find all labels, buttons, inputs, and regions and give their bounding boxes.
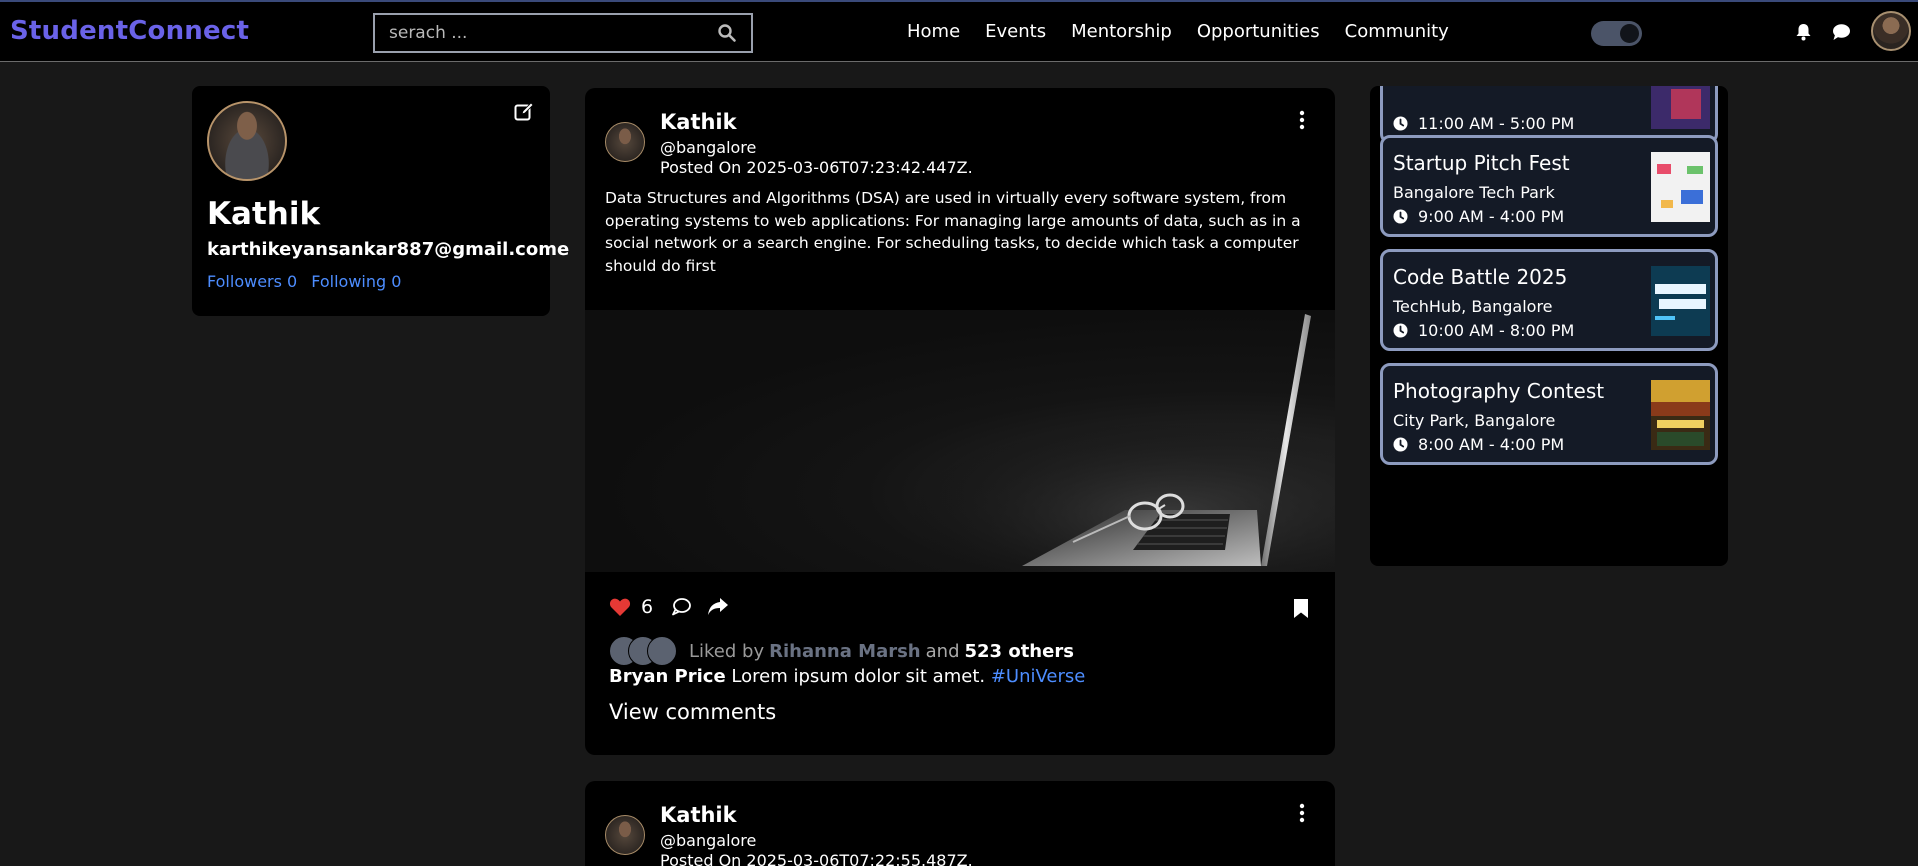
brand-logo[interactable]: StudentConnect — [10, 16, 249, 46]
post-author-avatar[interactable] — [605, 815, 645, 855]
liker-name-link[interactable]: Rihanna Marsh — [769, 641, 921, 662]
clock-icon — [1393, 116, 1408, 131]
comment-icon[interactable] — [671, 597, 691, 617]
nav-mentorship[interactable]: Mentorship — [1071, 21, 1172, 42]
clock-icon — [1393, 209, 1408, 224]
clock-icon — [1393, 323, 1408, 338]
clock-icon — [1393, 437, 1408, 452]
liker-avatar — [647, 636, 677, 666]
post-date: Posted On 2025-03-06T07:22:55.487Z. — [660, 851, 973, 866]
more-options-icon[interactable] — [1299, 110, 1305, 130]
hashtag-link[interactable]: #UniVerse — [991, 666, 1086, 687]
caption-text: Lorem ipsum dolor sit amet. — [731, 666, 986, 687]
theme-toggle[interactable] — [1591, 21, 1642, 46]
post-author-handle: @bangalore — [660, 138, 757, 157]
chat-icon[interactable] — [1832, 23, 1851, 41]
post-card: Kathik @bangalore Posted On 2025-03-06T0… — [585, 781, 1335, 866]
event-time-row: 11:00 AM - 5:00 PM — [1393, 114, 1574, 133]
post-author-name[interactable]: Kathik — [660, 110, 737, 134]
event-title: Photography Contest — [1393, 379, 1605, 403]
event-location: City Park, Bangalore — [1393, 411, 1556, 430]
liked-by-row: Liked by Rihanna Marsh and 523 others — [609, 636, 1074, 666]
post-actions: 6 — [609, 596, 729, 618]
search-bar — [373, 13, 753, 53]
event-thumbnail — [1651, 380, 1710, 450]
post-image[interactable] — [585, 310, 1335, 572]
event-card[interactable]: Startup Pitch Fest Bangalore Tech Park 9… — [1380, 135, 1718, 237]
like-count: 6 — [641, 596, 654, 618]
nav-events[interactable]: Events — [985, 21, 1046, 42]
edit-icon[interactable] — [514, 102, 534, 122]
search-input[interactable] — [389, 23, 717, 43]
events-panel: 11:00 AM - 5:00 PM Startup Pitch Fest Ba… — [1370, 86, 1728, 566]
event-location: TechHub, Bangalore — [1393, 297, 1553, 316]
toggle-knob — [1620, 24, 1639, 43]
profile-card: Kathik karthikeyansankar887@gmail.come F… — [192, 86, 569, 316]
liked-by-label: Liked by — [689, 640, 765, 662]
post-text: Data Structures and Algorithms (DSA) are… — [605, 189, 1301, 275]
event-location: Bangalore Tech Park — [1393, 183, 1555, 202]
post-author-avatar[interactable] — [605, 122, 645, 162]
event-time: 9:00 AM - 4:00 PM — [1418, 207, 1565, 226]
liked-and-label: and — [925, 640, 960, 662]
nav-home[interactable]: Home — [907, 21, 960, 42]
liker-avatars — [609, 636, 681, 666]
profile-name: Kathik — [207, 196, 321, 232]
profile-avatar[interactable] — [207, 101, 287, 181]
laptop-photo — [585, 310, 1335, 572]
nav-community[interactable]: Community — [1345, 21, 1449, 42]
caption-username[interactable]: Bryan Price — [609, 666, 726, 687]
event-time-row: 10:00 AM - 8:00 PM — [1393, 321, 1574, 340]
view-comments-link[interactable]: View comments — [609, 700, 776, 724]
event-title: Startup Pitch Fest — [1393, 151, 1570, 175]
post-date: Posted On 2025-03-06T07:23:42.447Z. — [660, 158, 973, 177]
profile-email: karthikeyansankar887@gmail.come — [207, 239, 570, 260]
bookmark-icon[interactable] — [1293, 598, 1309, 619]
event-card[interactable]: Photography Contest City Park, Bangalore… — [1380, 363, 1718, 465]
bell-icon[interactable] — [1795, 23, 1812, 41]
event-time-row: 9:00 AM - 4:00 PM — [1393, 207, 1564, 226]
event-time-row: 8:00 AM - 4:00 PM — [1393, 435, 1564, 454]
following-link[interactable]: Following 0 — [311, 272, 401, 291]
main-nav: Home Events Mentorship Opportunities Com… — [907, 21, 1449, 42]
event-thumbnail — [1651, 86, 1710, 129]
heart-icon[interactable] — [609, 597, 631, 617]
more-options-icon[interactable] — [1299, 803, 1305, 823]
event-card[interactable]: Code Battle 2025 TechHub, Bangalore 10:0… — [1380, 249, 1718, 351]
user-avatar[interactable] — [1871, 11, 1911, 51]
post-caption: Bryan Price Lorem ipsum dolor sit amet. … — [609, 666, 1085, 687]
post-author-handle: @bangalore — [660, 831, 757, 850]
post-author-name[interactable]: Kathik — [660, 803, 737, 827]
search-icon[interactable] — [717, 23, 737, 43]
event-thumbnail — [1651, 152, 1710, 222]
event-time: 8:00 AM - 4:00 PM — [1418, 435, 1565, 454]
event-thumbnail — [1651, 266, 1710, 336]
event-title: Code Battle 2025 — [1393, 265, 1568, 289]
followers-link[interactable]: Followers 0 — [207, 272, 297, 291]
event-time: 11:00 AM - 5:00 PM — [1418, 114, 1575, 133]
event-time: 10:00 AM - 8:00 PM — [1418, 321, 1575, 340]
share-icon[interactable] — [707, 597, 729, 617]
nav-opportunities[interactable]: Opportunities — [1197, 21, 1320, 42]
top-navbar: StudentConnect Home Events Mentorship Op… — [0, 0, 1918, 62]
follow-stats: Followers 0 Following 0 — [207, 272, 401, 291]
post-card: Kathik @bangalore Posted On 2025-03-06T0… — [585, 88, 1335, 755]
liked-others-link[interactable]: 523 others — [965, 641, 1074, 662]
